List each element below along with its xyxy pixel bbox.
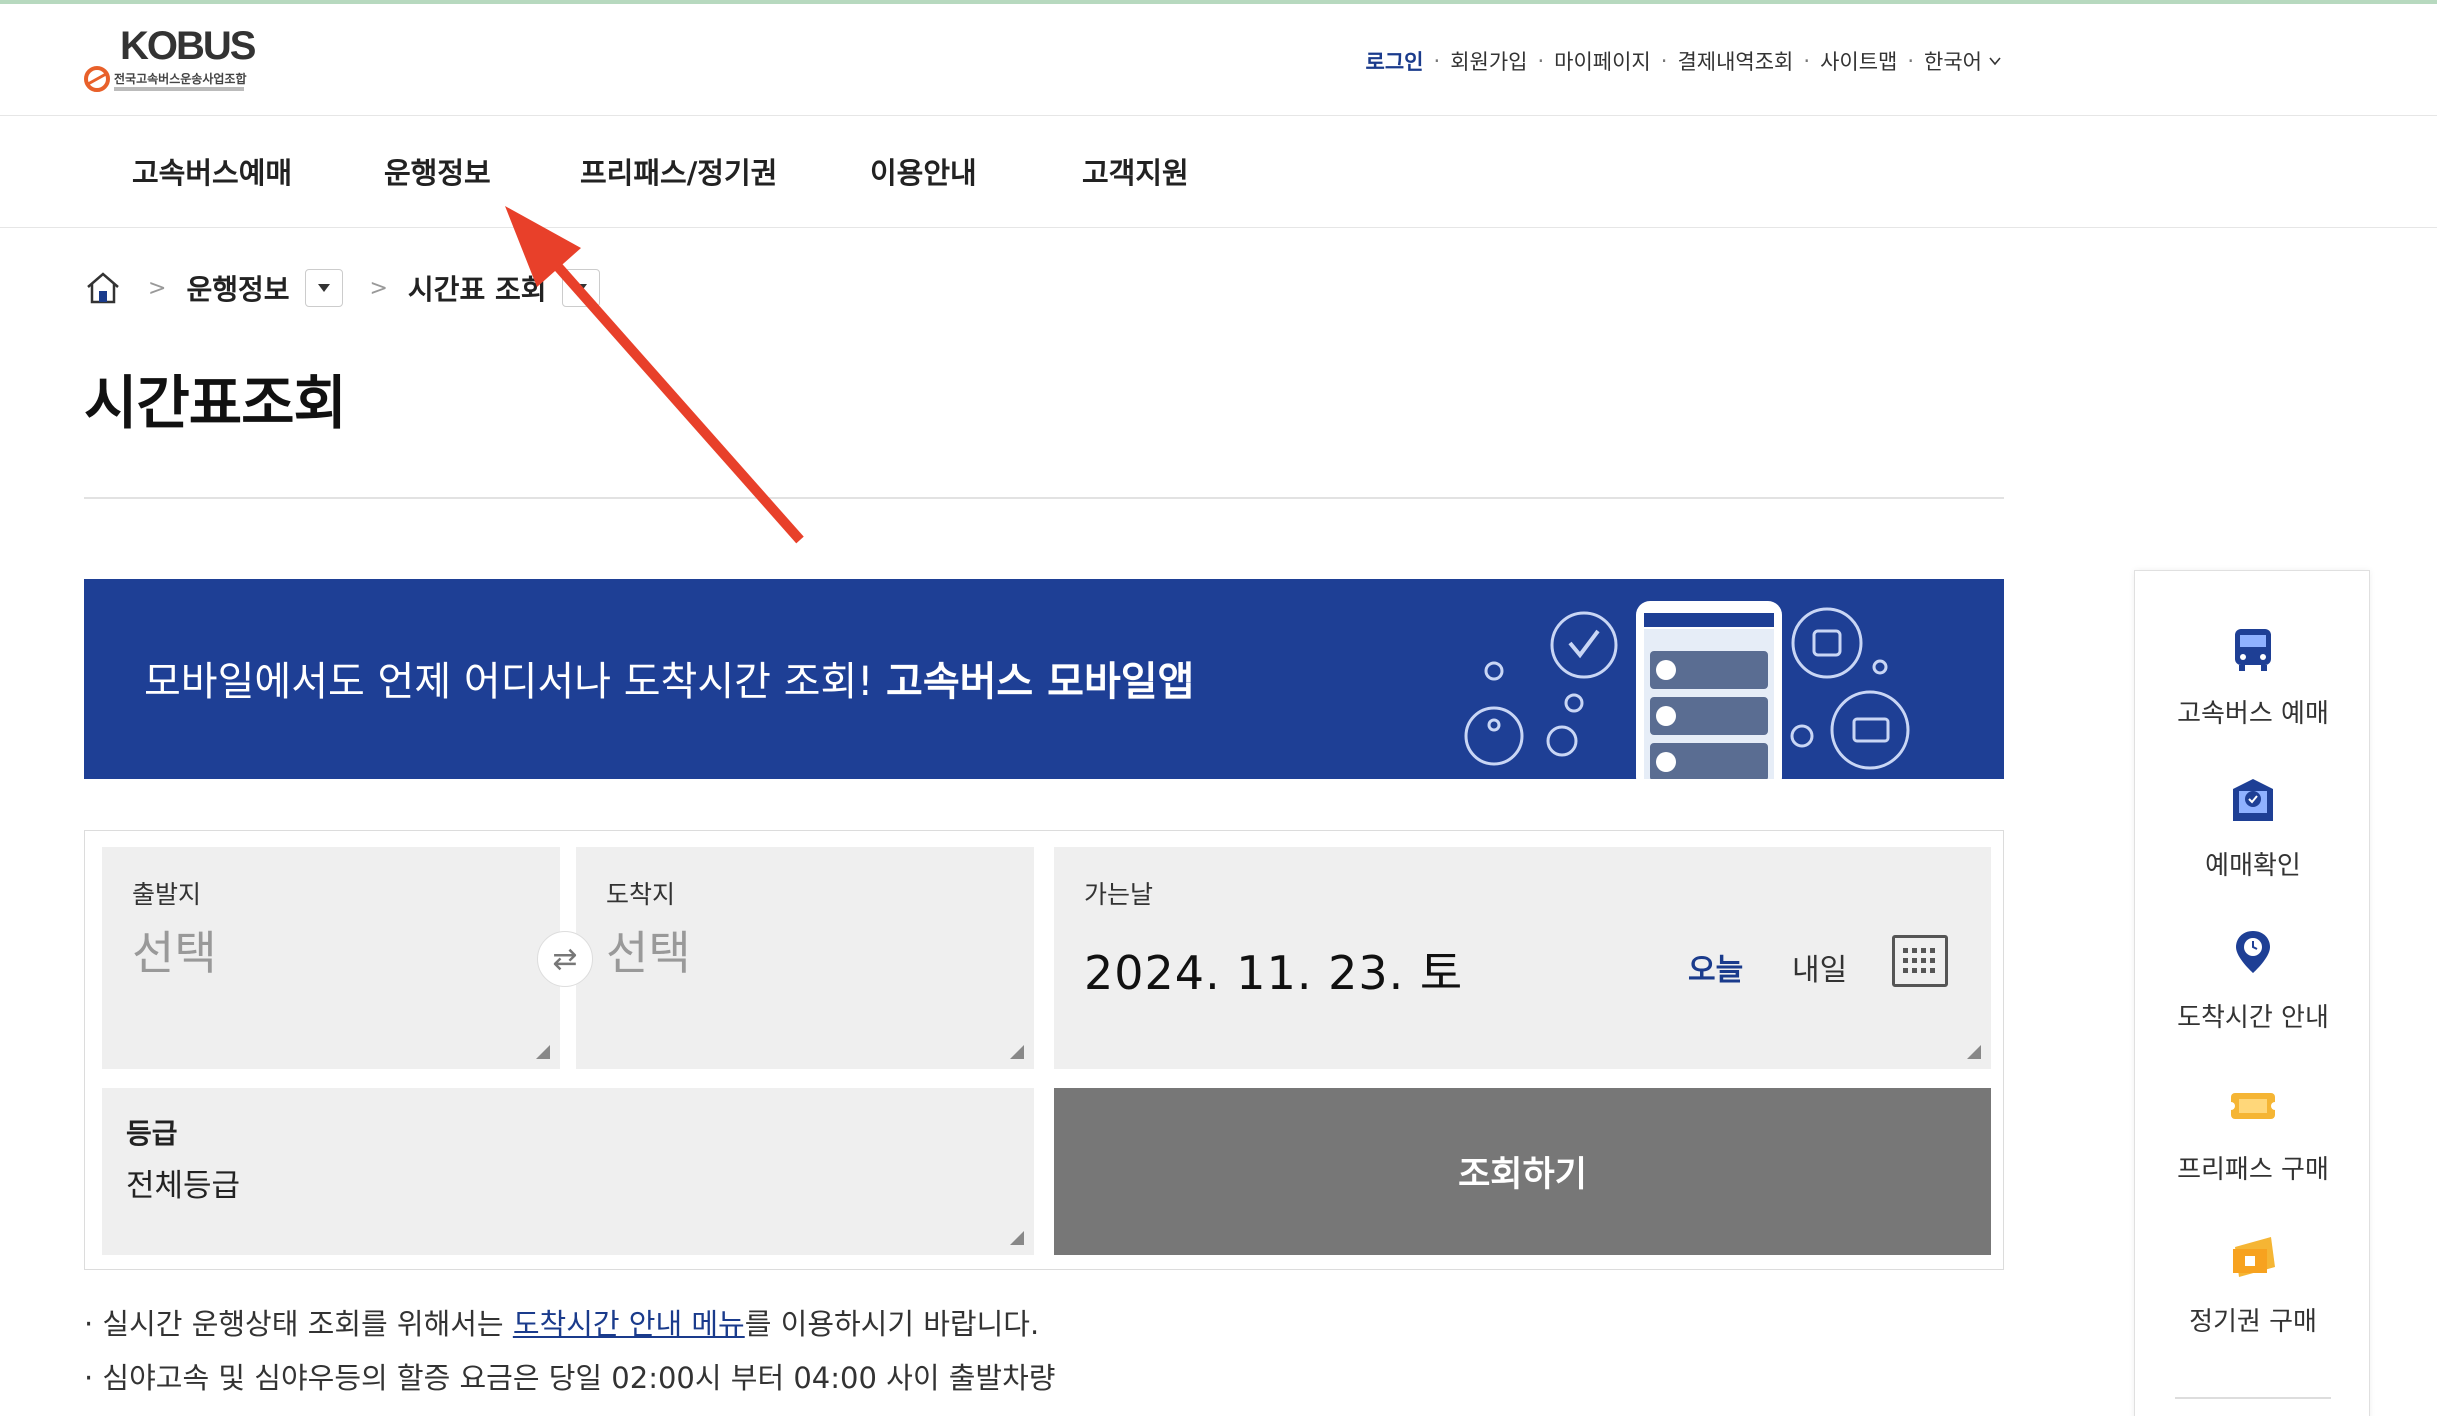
breadcrumb: > 운행정보 > 시간표 조회: [84, 268, 601, 308]
quick-freepass[interactable]: 프리패스 구매: [2135, 1079, 2371, 1186]
ticket-check-icon: [2233, 779, 2273, 821]
tomorrow-button[interactable]: 내일: [1792, 945, 1847, 989]
departure-value: 선택: [132, 926, 217, 980]
caret-down-icon: [575, 284, 588, 292]
location-pin-icon: [2236, 931, 2270, 973]
season-ticket-icon: [2233, 1237, 2275, 1277]
resize-corner-icon: [1010, 1231, 1024, 1245]
resize-corner-icon: [1010, 1045, 1024, 1059]
departure-label: 출발지: [132, 880, 202, 909]
logo-tagline-line: [114, 87, 244, 91]
arrival-value: 선택: [606, 926, 691, 980]
breadcrumb-chevron-icon: >: [148, 275, 167, 301]
breadcrumb-level2: 시간표 조회: [407, 273, 547, 306]
logo-subtitle: 전국고속버스운송사업조합: [114, 72, 247, 86]
breadcrumb-chevron-icon: >: [369, 275, 388, 301]
date-value: 2024. 11. 23. 토: [1084, 946, 1464, 1000]
resize-corner-icon: [1967, 1045, 1981, 1059]
quick-menu-divider: [2175, 1397, 2331, 1399]
grade-label: 등급: [126, 1117, 178, 1150]
separator-dot: ·: [1537, 49, 1545, 73]
banner-text-regular: 모바일에서도 언제 어디서나 도착시간 조회!: [144, 659, 874, 705]
main-navigation: 고속버스예매 운행정보 프리패스/정기권 이용안내 고객지원: [0, 116, 2437, 228]
chevron-down-icon: [1989, 57, 2001, 66]
search-button[interactable]: 조회하기: [1054, 1088, 1991, 1255]
mypage-link[interactable]: 마이페이지: [1554, 46, 1651, 76]
payment-history-link[interactable]: 결제내역조회: [1677, 46, 1793, 76]
arrival-label: 도착지: [606, 880, 676, 909]
free-pass-icon: [2227, 1093, 2279, 1119]
banner-text-bold: 고속버스 모바일앱: [886, 659, 1195, 705]
quick-label: 정기권 구매: [2189, 1307, 2317, 1337]
quick-arrival-time[interactable]: 도착시간 안내: [2135, 927, 2371, 1034]
quick-bus-reservation[interactable]: 고속버스 예매: [2135, 623, 2371, 730]
nav-freepass-season[interactable]: 프리패스/정기권: [580, 150, 777, 192]
resize-corner-icon: [536, 1045, 550, 1059]
notice-text: 를 이용하시기 바랍니다.: [744, 1307, 1040, 1341]
notice-item: · 심야고속 및 심야우등의 할증 요금은 당일 02:00시 부터 04:00…: [84, 1358, 1055, 1412]
nav-bus-reservation[interactable]: 고속버스예매: [132, 150, 292, 192]
signup-link[interactable]: 회원가입: [1450, 46, 1527, 76]
nav-customer-support[interactable]: 고객지원: [1082, 150, 1189, 192]
site-header: KOBUS 전국고속버스운송사업조합 로그인 · 회원가입 · 마이페이지 · …: [0, 4, 2437, 116]
quick-menu: 고속버스 예매 예매확인 도착시간 안내 프리패스 구매 정기권 구매: [2134, 570, 2370, 1416]
nav-usage-guide[interactable]: 이용안내: [870, 150, 977, 192]
arrival-time-menu-link[interactable]: 도착시간 안내 메뉴: [513, 1307, 745, 1341]
departure-field[interactable]: 출발지 선택: [102, 847, 560, 1069]
breadcrumb-level1: 운행정보: [186, 273, 290, 306]
language-select[interactable]: 한국어: [1924, 46, 1982, 76]
date-label: 가는날: [1084, 880, 1154, 909]
separator-dot: ·: [1907, 49, 1915, 73]
notice-list: · 실시간 운행상태 조회를 위해서는 도착시간 안내 메뉴를 이용하시기 바랍…: [84, 1304, 1055, 1412]
quick-label: 예매확인: [2205, 851, 2301, 881]
date-field[interactable]: 가는날 2024. 11. 23. 토 오늘 내일: [1054, 847, 1991, 1069]
banner-text: 모바일에서도 언제 어디서나 도착시간 조회! 고속버스 모바일앱: [144, 649, 1194, 707]
quick-label: 고속버스 예매: [2177, 699, 2329, 729]
logo-wordmark: KOBUS: [120, 24, 256, 68]
grade-value: 전체등급: [126, 1168, 241, 1204]
swap-route-button[interactable]: ⇄: [537, 931, 593, 987]
page-title: 시간표조회: [84, 369, 347, 437]
timetable-search-form: 출발지 선택 ⇄ 도착지 선택 가는날 2024. 11. 23. 토 오늘 내…: [84, 830, 2004, 1270]
phone-illustration-icon: [1464, 601, 1910, 779]
bus-icon: [2235, 629, 2271, 671]
home-icon[interactable]: [84, 269, 122, 307]
nav-service-info[interactable]: 운행정보: [384, 150, 491, 192]
calendar-icon[interactable]: [1892, 935, 1948, 987]
quick-reservation-check[interactable]: 예매확인: [2135, 775, 2371, 882]
separator-dot: ·: [1660, 49, 1668, 73]
separator-dot: ·: [1433, 49, 1441, 73]
caret-down-icon: [318, 284, 331, 292]
title-divider: [84, 497, 2004, 499]
notice-item: · 실시간 운행상태 조회를 위해서는 도착시간 안내 메뉴를 이용하시기 바랍…: [84, 1304, 1055, 1358]
notice-text: · 실시간 운행상태 조회를 위해서는: [84, 1307, 513, 1341]
quick-label: 도착시간 안내: [2177, 1003, 2329, 1033]
today-button[interactable]: 오늘: [1688, 945, 1743, 989]
breadcrumb-level2-dropdown[interactable]: [562, 269, 601, 307]
breadcrumb-level1-dropdown[interactable]: [305, 269, 344, 307]
login-link[interactable]: 로그인: [1366, 46, 1424, 76]
notice-text: · 심야고속 및 심야우등의 할증 요금은 당일 02:00시 부터 04:00…: [84, 1361, 1056, 1395]
utility-nav: 로그인 · 회원가입 · 마이페이지 · 결제내역조회 · 사이트맵 · 한국어: [1366, 46, 2002, 76]
grade-field[interactable]: 등급 전체등급: [102, 1088, 1034, 1255]
quick-season-ticket[interactable]: 정기권 구매: [2135, 1231, 2371, 1338]
mobile-app-banner[interactable]: 모바일에서도 언제 어디서나 도착시간 조회! 고속버스 모바일앱: [84, 579, 2004, 779]
arrival-field[interactable]: 도착지 선택: [576, 847, 1034, 1069]
kobus-logo[interactable]: KOBUS 전국고속버스운송사업조합: [84, 24, 264, 104]
separator-dot: ·: [1803, 49, 1811, 73]
sitemap-link[interactable]: 사이트맵: [1820, 46, 1897, 76]
quick-label: 프리패스 구매: [2177, 1155, 2329, 1185]
logo-mark-icon: [84, 66, 110, 92]
